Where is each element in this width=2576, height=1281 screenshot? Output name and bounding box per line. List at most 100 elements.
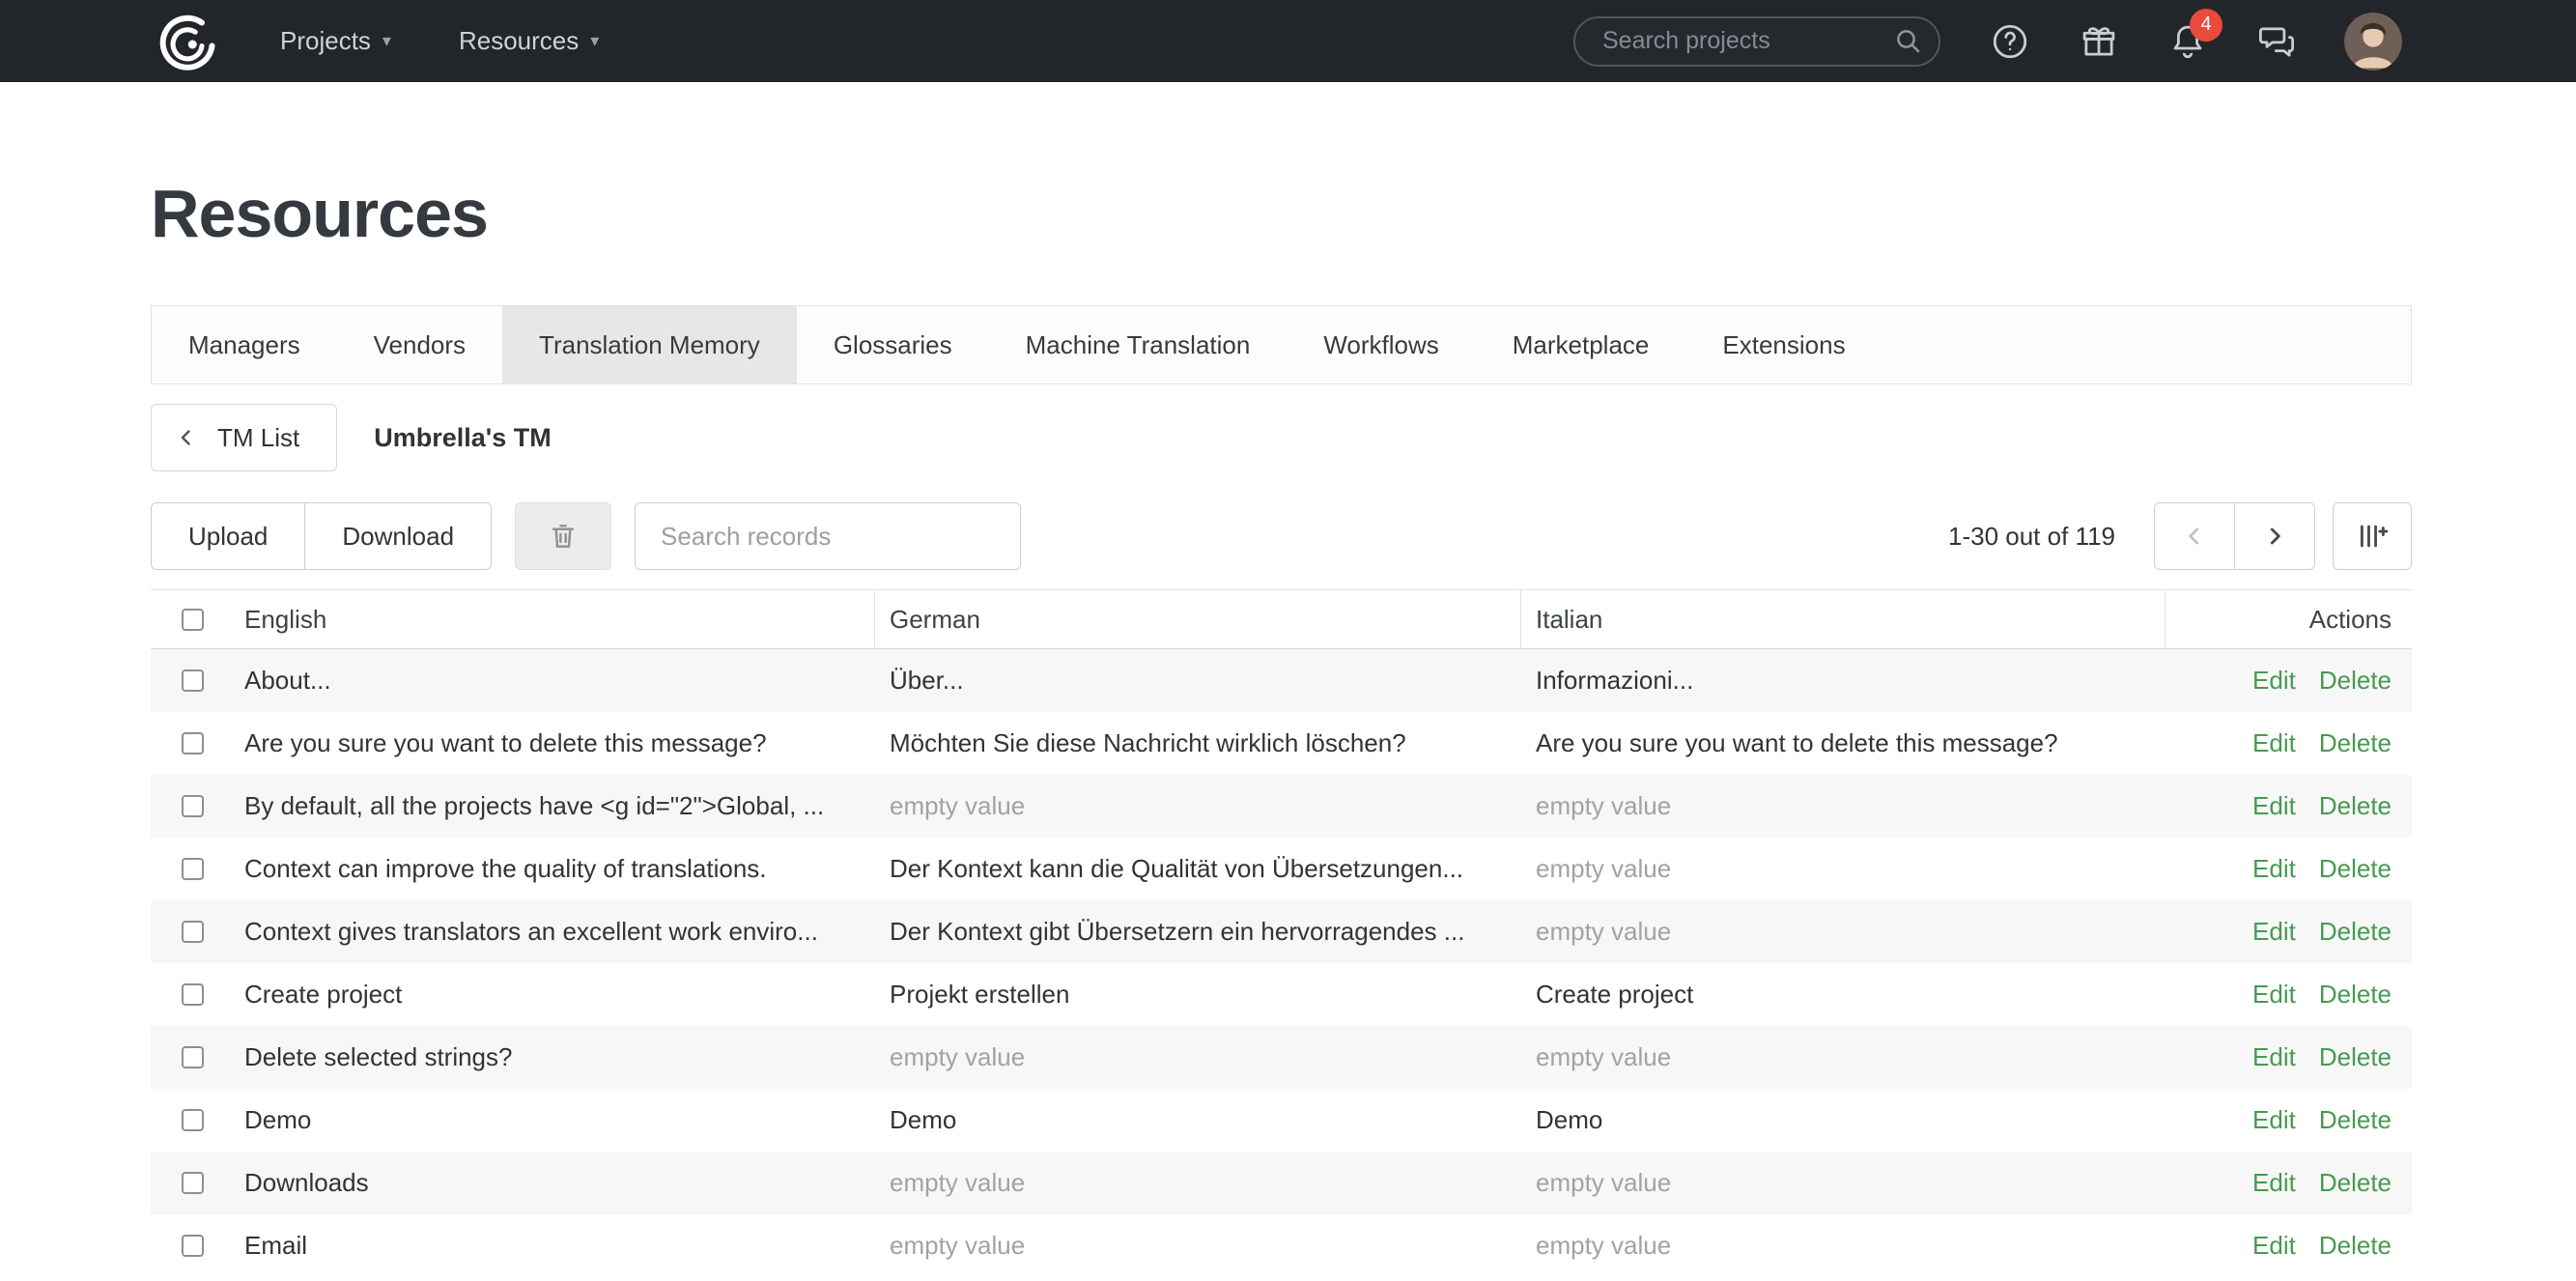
pagination-range: 1-30 out of 119 <box>1948 522 2115 552</box>
tab-extensions[interactable]: Extensions <box>1685 306 1882 384</box>
edit-link[interactable]: Edit <box>2252 1042 2296 1072</box>
row-checkbox[interactable] <box>182 921 204 943</box>
delete-link[interactable]: Delete <box>2319 666 2392 696</box>
edit-link[interactable]: Edit <box>2252 1168 2296 1198</box>
cell-italian: empty value <box>1521 1152 2166 1214</box>
delete-link[interactable]: Delete <box>2319 1105 2392 1135</box>
table-header: English German Italian Actions <box>151 589 2412 649</box>
user-avatar[interactable] <box>2344 13 2402 71</box>
cell-actions: Edit Delete <box>2166 838 2412 900</box>
previous-page-button[interactable] <box>2154 502 2235 570</box>
delete-link[interactable]: Delete <box>2319 728 2392 758</box>
row-checkbox[interactable] <box>182 858 204 880</box>
select-all-checkbox[interactable] <box>182 609 204 631</box>
header-checkbox-cell <box>151 590 230 648</box>
next-page-button[interactable] <box>2234 502 2315 570</box>
cell-english: Create project <box>230 963 875 1026</box>
chat-icon <box>2256 21 2297 62</box>
delete-link[interactable]: Delete <box>2319 854 2392 884</box>
tab-translation-memory[interactable]: Translation Memory <box>502 306 797 384</box>
search-icon[interactable] <box>1894 27 1923 61</box>
delete-selected-button[interactable] <box>515 502 611 570</box>
row-checkbox[interactable] <box>182 795 204 817</box>
cell-german: Der Kontext kann die Qualität von Überse… <box>875 838 1521 900</box>
search-records-input[interactable] <box>635 502 1021 570</box>
table-row: By default, all the projects have <g id=… <box>151 775 2412 838</box>
menu-resources-label: Resources <box>459 26 579 56</box>
row-checkbox[interactable] <box>182 669 204 692</box>
cell-actions: Edit Delete <box>2166 1089 2412 1152</box>
menu-projects[interactable]: Projects ▾ <box>280 26 391 56</box>
cell-german: empty value <box>875 1214 1521 1277</box>
cell-english: About... <box>230 649 875 712</box>
delete-link[interactable]: Delete <box>2319 1231 2392 1261</box>
delete-link[interactable]: Delete <box>2319 1168 2392 1198</box>
menu-projects-label: Projects <box>280 26 371 56</box>
edit-link[interactable]: Edit <box>2252 1105 2296 1135</box>
edit-link[interactable]: Edit <box>2252 917 2296 947</box>
configure-columns-button[interactable] <box>2333 502 2412 570</box>
tm-records-table: English German Italian Actions About...Ü… <box>151 589 2412 1277</box>
row-checkbox[interactable] <box>182 1046 204 1068</box>
cell-actions: Edit Delete <box>2166 1214 2412 1277</box>
edit-link[interactable]: Edit <box>2252 1231 2296 1261</box>
tab-workflows[interactable]: Workflows <box>1287 306 1475 384</box>
toolbar: Upload Download 1-30 out of 119 <box>151 502 2412 570</box>
messages-button[interactable] <box>2255 20 2298 63</box>
row-checkbox[interactable] <box>182 732 204 754</box>
cell-actions: Edit Delete <box>2166 900 2412 963</box>
row-checkbox-cell <box>151 838 230 900</box>
edit-link[interactable]: Edit <box>2252 666 2296 696</box>
table-row: DemoDemoDemoEditDelete <box>151 1089 2412 1152</box>
cell-actions: Edit Delete <box>2166 712 2412 775</box>
cell-italian: empty value <box>1521 900 2166 963</box>
row-checkbox[interactable] <box>182 983 204 1006</box>
cell-english: Demo <box>230 1089 875 1152</box>
cell-german: empty value <box>875 1152 1521 1214</box>
crowdin-logo[interactable] <box>151 5 224 78</box>
search-input[interactable] <box>1573 16 1940 67</box>
tab-machine-translation[interactable]: Machine Translation <box>989 306 1288 384</box>
gifts-button[interactable] <box>2078 20 2120 63</box>
cell-german: Möchten Sie diese Nachricht wirklich lös… <box>875 712 1521 775</box>
avatar-image <box>2344 13 2402 71</box>
cell-actions: Edit Delete <box>2166 1152 2412 1214</box>
main-menu: Projects ▾ Resources ▾ <box>280 26 599 56</box>
row-checkbox[interactable] <box>182 1109 204 1131</box>
cell-italian: Informazioni... <box>1521 649 2166 712</box>
cell-italian: empty value <box>1521 1214 2166 1277</box>
delete-link[interactable]: Delete <box>2319 791 2392 821</box>
notifications-button[interactable]: 4 <box>2166 20 2209 63</box>
toolbar-right: 1-30 out of 119 <box>1948 502 2412 570</box>
tab-managers[interactable]: Managers <box>152 306 337 384</box>
delete-link[interactable]: Delete <box>2319 917 2392 947</box>
table-row: About...Über...Informazioni...EditDelete <box>151 649 2412 712</box>
tab-marketplace[interactable]: Marketplace <box>1476 306 1686 384</box>
cell-english: Email <box>230 1214 875 1277</box>
cell-italian: Demo <box>1521 1089 2166 1152</box>
download-button[interactable]: Download <box>304 502 492 570</box>
chevron-left-icon <box>175 426 198 449</box>
table-row: Are you sure you want to delete this mes… <box>151 712 2412 775</box>
cell-italian: Are you sure you want to delete this mes… <box>1521 712 2166 775</box>
tm-list-back-button[interactable]: TM List <box>151 404 337 471</box>
edit-link[interactable]: Edit <box>2252 728 2296 758</box>
menu-resources[interactable]: Resources ▾ <box>459 26 599 56</box>
cell-german: empty value <box>875 775 1521 838</box>
edit-link[interactable]: Edit <box>2252 980 2296 1010</box>
row-checkbox[interactable] <box>182 1172 204 1194</box>
table-row: Downloadsempty valueempty valueEditDelet… <box>151 1152 2412 1214</box>
delete-link[interactable]: Delete <box>2319 1042 2392 1072</box>
upload-download-group: Upload Download <box>151 502 492 570</box>
delete-link[interactable]: Delete <box>2319 980 2392 1010</box>
row-checkbox[interactable] <box>182 1235 204 1257</box>
upload-button[interactable]: Upload <box>151 502 305 570</box>
row-checkbox-cell <box>151 1214 230 1277</box>
tab-vendors[interactable]: Vendors <box>337 306 502 384</box>
current-tm-name: Umbrella's TM <box>374 423 551 453</box>
tabs: ManagersVendorsTranslation MemoryGlossar… <box>151 305 2412 384</box>
edit-link[interactable]: Edit <box>2252 854 2296 884</box>
edit-link[interactable]: Edit <box>2252 791 2296 821</box>
tab-glossaries[interactable]: Glossaries <box>797 306 989 384</box>
help-button[interactable] <box>1989 20 2031 63</box>
